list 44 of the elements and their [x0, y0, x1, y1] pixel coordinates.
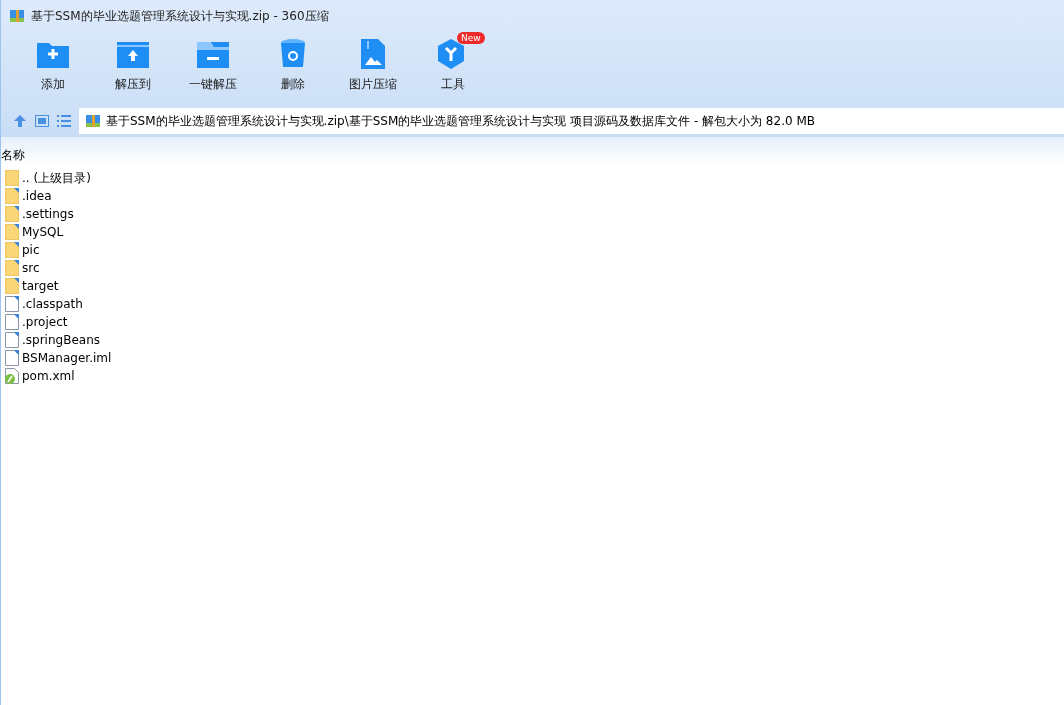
xml-file-icon	[5, 368, 19, 384]
file-name[interactable]: .springBeans	[22, 333, 100, 347]
archive-icon	[85, 113, 101, 129]
file-name[interactable]: pom.xml	[22, 369, 75, 383]
toolbar-button[interactable]: 一键解压	[173, 32, 253, 105]
file-name[interactable]: .settings	[22, 207, 74, 221]
file-name[interactable]: .classpath	[22, 297, 83, 311]
archive-icon	[9, 8, 25, 24]
toolbar-button[interactable]: 删除	[253, 32, 333, 105]
folder-icon	[5, 260, 19, 276]
file-name[interactable]: .project	[22, 315, 68, 329]
image-file-icon	[361, 39, 385, 69]
file-name[interactable]: BSManager.iml	[22, 351, 112, 365]
column-header[interactable]: 名称	[1, 147, 25, 165]
file-icon	[5, 350, 19, 366]
new-badge: New	[457, 32, 485, 44]
toolbar-button[interactable]: 解压到	[93, 32, 173, 105]
recycle-bin-icon	[281, 39, 305, 69]
file-name[interactable]: .. (上级目录)	[22, 169, 91, 187]
folder-icon	[5, 278, 19, 294]
folder-upload-icon	[117, 40, 149, 68]
folder-icon	[5, 188, 19, 204]
folder-minus-icon	[197, 40, 229, 68]
list-icon	[57, 115, 71, 127]
file-name[interactable]: src	[22, 261, 40, 275]
window-title: 基于SSM的毕业选题管理系统设计与实现.zip - 360压缩	[31, 7, 329, 25]
address-field[interactable]: 基于SSM的毕业选题管理系统设计与实现.zip\基于SSM的毕业选题管理系统设计与实现 项目源码及数据库文件 - 解包大小为 82.0 MB	[79, 108, 1064, 134]
file-name[interactable]: pic	[22, 243, 40, 257]
file-name[interactable]: MySQL	[22, 225, 64, 239]
folder-plus-icon	[37, 40, 69, 68]
file-name[interactable]: target	[22, 279, 59, 293]
toolbar-button[interactable]: New 工具	[413, 32, 493, 105]
file-icon	[5, 314, 19, 330]
folder-icon	[5, 224, 19, 240]
folder-icon	[5, 170, 19, 186]
up-arrow-icon	[13, 114, 27, 128]
file-icon	[5, 332, 19, 348]
toolbar-button[interactable]: 图片压缩	[333, 32, 413, 105]
folder-icon	[5, 206, 19, 222]
file-icon	[5, 296, 19, 312]
file-name[interactable]: .idea	[22, 189, 52, 203]
toolbar-button[interactable]: 添加	[13, 32, 93, 105]
folder-icon	[5, 242, 19, 258]
view-icon	[35, 115, 49, 127]
